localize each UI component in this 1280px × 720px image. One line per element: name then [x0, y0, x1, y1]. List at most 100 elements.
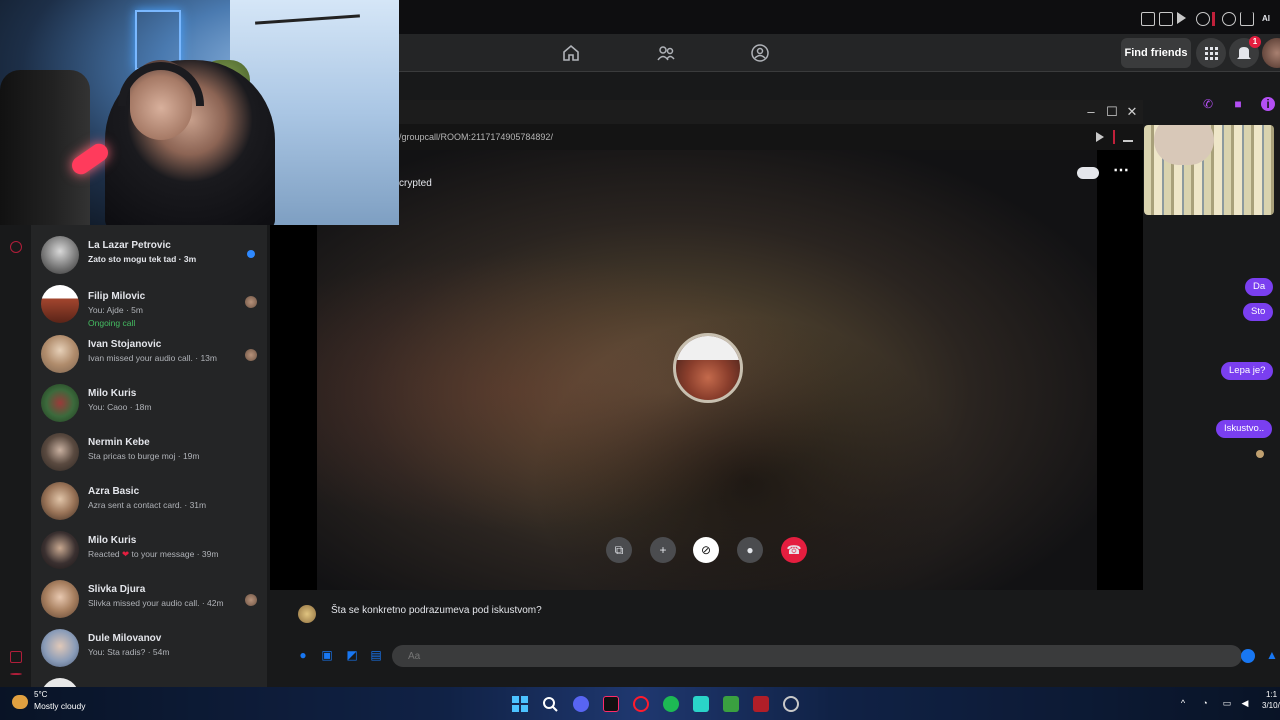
- play-icon[interactable]: [1096, 132, 1104, 142]
- video-call-icon[interactable]: ■: [1231, 97, 1245, 111]
- info-icon[interactable]: i: [1261, 97, 1275, 111]
- settings-icon[interactable]: [783, 696, 799, 712]
- more-options-icon[interactable]: ⋯: [1113, 160, 1129, 180]
- list-item[interactable]: Filip Milovic You: Ajde · 5m Ongoing cal…: [31, 281, 267, 333]
- call-url[interactable]: /groupcall/ROOM:2117174905784892/: [399, 132, 553, 142]
- seen-avatar: [245, 296, 257, 308]
- friends-icon[interactable]: [656, 43, 676, 63]
- pin-icon[interactable]: [1141, 12, 1155, 26]
- avatar: [41, 580, 79, 618]
- close-icon[interactable]: ✕: [1124, 104, 1140, 120]
- seen-avatar: [245, 594, 257, 606]
- chat-app-icon[interactable]: [693, 696, 709, 712]
- weather-description[interactable]: Mostly cloudy: [34, 701, 86, 711]
- chat-name: Nermin Kebe: [88, 437, 150, 448]
- sender-avatar: [298, 605, 316, 623]
- find-friends-button[interactable]: Find friends: [1121, 38, 1191, 68]
- settings-icon[interactable]: [10, 241, 22, 253]
- list-item[interactable]: La Lazar Petrovic Zato sto mogu tek tad …: [31, 230, 267, 279]
- message-bubble: Lepa je?: [1221, 362, 1274, 380]
- gif-icon[interactable]: ▤: [369, 648, 383, 662]
- media-icon[interactable]: [723, 696, 739, 712]
- microphone-icon[interactable]: ●: [296, 648, 310, 662]
- list-item[interactable]: Azra Basic Azra sent a contact card. · 3…: [31, 476, 267, 525]
- phone-icon[interactable]: ✆: [1201, 97, 1215, 111]
- discord-icon[interactable]: [573, 696, 589, 712]
- list-item[interactable]: Milo Kuris Reacted ❤ to your message · 3…: [31, 525, 267, 574]
- start-icon[interactable]: [512, 696, 528, 712]
- opera-icon[interactable]: [633, 696, 649, 712]
- close-icon[interactable]: [10, 651, 22, 663]
- groups-icon[interactable]: [750, 43, 770, 63]
- window-titlebar: – ☐ ✕: [270, 100, 1143, 124]
- encryption-label: crypted: [399, 178, 432, 189]
- gamepad-icon[interactable]: [1077, 167, 1099, 179]
- game-icon[interactable]: [753, 696, 769, 712]
- clock-time[interactable]: 1:1: [1266, 690, 1277, 699]
- chat-preview: Azra sent a contact card. · 31m: [88, 500, 207, 510]
- tab-icon[interactable]: [1159, 12, 1173, 26]
- chat-preview: Zato sto mogu tek tad · 3m: [88, 254, 197, 264]
- list-item[interactable]: Slivka Djura Slivka missed your audio ca…: [31, 574, 267, 623]
- microphone-button[interactable]: ●: [737, 537, 763, 563]
- weather-icon[interactable]: [12, 695, 28, 709]
- home-icon[interactable]: [561, 43, 581, 63]
- chat-preview: Reacted ❤ to your message · 39m: [88, 549, 219, 559]
- profile-icon[interactable]: [1222, 12, 1236, 26]
- avatar[interactable]: [1262, 38, 1280, 68]
- recording-icon: [1212, 12, 1215, 26]
- volume-icon[interactable]: ◀: [1240, 698, 1250, 708]
- share-screen-button[interactable]: ⧉: [606, 537, 632, 563]
- download-icon[interactable]: [1123, 132, 1133, 142]
- list-item[interactable]: Dule Milovanov You: Sta radis? · 54m: [31, 623, 267, 672]
- avatar: [41, 285, 79, 323]
- chat-preview: You: Ajde · 5m: [88, 305, 143, 315]
- sticker-icon[interactable]: ◩: [345, 648, 359, 662]
- group-call-window: – ☐ ✕ ⧉ + ⊘ ● ☎: [270, 100, 1143, 590]
- emoji-icon[interactable]: [1241, 649, 1255, 663]
- heart-icon[interactable]: [1196, 12, 1210, 26]
- message-bubble: Iskustvo..: [1216, 420, 1273, 438]
- chevron-up-icon[interactable]: ^: [1178, 698, 1188, 708]
- menu-grid-icon[interactable]: [1196, 38, 1226, 68]
- avatar: [41, 629, 79, 667]
- play-icon[interactable]: [1177, 12, 1186, 24]
- chat-preview: Sta pricas to burge moj · 19m: [88, 451, 200, 461]
- search-icon[interactable]: [542, 696, 558, 712]
- weather-temperature[interactable]: 5°C: [34, 690, 47, 699]
- received-message: Šta se konkretno podrazumeva pod iskustv…: [331, 605, 542, 616]
- avatar: [41, 236, 79, 274]
- camera-off-button[interactable]: ⊘: [693, 537, 719, 563]
- photo-icon[interactable]: ▣: [320, 648, 334, 662]
- message-input[interactable]: [392, 645, 1242, 667]
- tiktok-icon[interactable]: [603, 696, 619, 712]
- avatar: [41, 678, 79, 687]
- minimize-icon[interactable]: –: [1083, 104, 1099, 120]
- chat-name: Milo Kuris: [88, 388, 137, 399]
- maximize-icon[interactable]: ☐: [1104, 104, 1120, 120]
- list-item[interactable]: [31, 672, 267, 687]
- list-item[interactable]: Ivan Stojanovic Ivan missed your audio c…: [31, 329, 267, 378]
- chat-preview: Slivka missed your audio call. · 42m: [88, 598, 224, 608]
- spotify-icon[interactable]: [663, 696, 679, 712]
- left-rail: [0, 225, 31, 687]
- self-video-thumbnail: [1144, 125, 1274, 215]
- list-item[interactable]: Nermin Kebe Sta pricas to burge moj · 19…: [31, 427, 267, 476]
- avatar: [41, 482, 79, 520]
- chat-list: La Lazar Petrovic Zato sto mogu tek tad …: [31, 225, 267, 687]
- chat-preview: You: Sta radis? · 54m: [88, 647, 170, 657]
- list-item[interactable]: Milo Kuris You: Caoo · 18m: [31, 378, 267, 427]
- more-icon[interactable]: [10, 673, 22, 675]
- end-call-button[interactable]: ☎: [781, 537, 807, 563]
- network-icon[interactable]: ◔: [1200, 698, 1210, 708]
- add-person-button[interactable]: +: [650, 537, 676, 563]
- display-icon[interactable]: ▭: [1222, 698, 1232, 708]
- avatar: [41, 433, 79, 471]
- like-icon[interactable]: ▲: [1266, 648, 1280, 662]
- chat-name: Ivan Stojanovic: [88, 339, 162, 350]
- avatar: [41, 384, 79, 422]
- ai-label[interactable]: AI: [1262, 14, 1270, 23]
- chat-name: Milo Kuris: [88, 535, 137, 546]
- clock-date[interactable]: 3/10/: [1262, 701, 1280, 710]
- download-icon[interactable]: [1240, 12, 1254, 26]
